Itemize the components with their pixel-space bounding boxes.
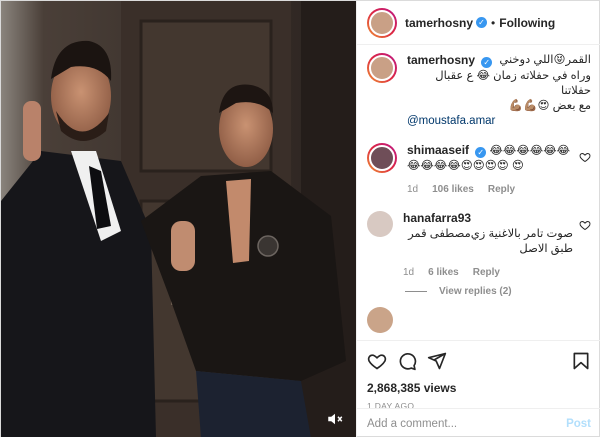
comment-likes[interactable]: 106 likes xyxy=(432,182,474,197)
caption-row: tamerhosny ✓ القمر😝اللي دوخني وراه في حف… xyxy=(357,53,600,129)
like-heart-icon[interactable] xyxy=(367,351,387,371)
caption-line-1: القمر😝اللي دوخني xyxy=(499,54,591,66)
author-avatar[interactable] xyxy=(367,7,397,38)
caption-avatar[interactable] xyxy=(367,53,397,83)
replies-divider xyxy=(405,291,427,292)
commenter-avatar[interactable] xyxy=(367,211,393,237)
post-side-panel: tamerhosny ✓ • Following tamerhosny ✓ ال… xyxy=(356,1,600,437)
reply-button[interactable]: Reply xyxy=(488,182,515,197)
comment-row: hanafarra93 صوت تامر بالاغنية زي مصطفى ق… xyxy=(357,211,600,280)
commenter-username[interactable]: shimaaseif xyxy=(407,143,469,157)
post-video[interactable] xyxy=(1,1,356,437)
view-replies-label[interactable]: View replies (2) xyxy=(439,286,512,297)
commenter-avatar[interactable] xyxy=(367,143,397,173)
caption-line-2: وراه في حفلاته زمان 😂 ع عقبال حفلاتنا xyxy=(435,70,591,97)
commenter-username[interactable]: hanafarra93 xyxy=(403,211,471,225)
comment-age: 1d xyxy=(403,267,415,278)
like-comment-heart-icon[interactable] xyxy=(579,219,591,231)
post-comment-button[interactable]: Post xyxy=(566,418,591,430)
comment-age: 1d xyxy=(407,184,419,195)
caption-line-3: مع بعض 😍💪🏽💪🏽 xyxy=(508,100,591,112)
comment-row: shimaaseif ✓ 😂😂😂😂😂😂 😂😂😂😂😍😍😍😍 😍 1d 106 li… xyxy=(357,143,600,197)
comment-line-1: صوت تامر بالاغنية زي xyxy=(470,228,573,240)
comment-meta: 1d 106 likes Reply xyxy=(407,182,573,197)
verified-icon: ✓ xyxy=(475,147,487,158)
caption-username[interactable]: tamerhosny xyxy=(407,53,475,67)
commenter-avatar[interactable] xyxy=(367,307,393,333)
comment-body: shimaaseif ✓ 😂😂😂😂😂😂 😂😂😂😂😍😍😍😍 😍 1d 106 li… xyxy=(407,143,573,197)
action-icons xyxy=(367,347,591,375)
verified-icon: ✓ xyxy=(476,17,488,28)
comment-meta: 1d 6 likes Reply xyxy=(403,265,573,280)
view-replies-button[interactable]: View replies (2) xyxy=(357,286,600,297)
view-count[interactable]: 2,868,385 views xyxy=(367,381,591,395)
save-bookmark-icon[interactable] xyxy=(571,351,591,371)
caption-mention[interactable]: @moustafa.amar xyxy=(407,114,591,129)
video-frame-illustration xyxy=(1,1,356,437)
add-comment-bar: Post xyxy=(357,408,600,437)
reply-button[interactable]: Reply xyxy=(473,265,500,280)
share-icon[interactable] xyxy=(427,351,447,371)
post-actions: 2,868,385 views 1 DAY AGO xyxy=(357,340,600,411)
following-button[interactable]: Following xyxy=(499,16,555,30)
add-comment-input[interactable] xyxy=(367,417,567,430)
post-header: tamerhosny ✓ • Following xyxy=(357,1,600,45)
comments-list: tamerhosny ✓ القمر😝اللي دوخني وراه في حف… xyxy=(357,53,600,343)
instagram-post: tamerhosny ✓ • Following tamerhosny ✓ ال… xyxy=(0,0,600,437)
comment-body: hanafarra93 صوت تامر بالاغنية زي مصطفى ق… xyxy=(403,211,573,280)
header-separator: • xyxy=(491,15,496,30)
comment-row-partial xyxy=(357,307,600,333)
comment-icon[interactable] xyxy=(397,351,417,371)
caption-text: tamerhosny ✓ القمر😝اللي دوخني وراه في حف… xyxy=(407,53,591,129)
verified-icon: ✓ xyxy=(481,57,493,68)
comment-likes[interactable]: 6 likes xyxy=(428,265,459,280)
author-username[interactable]: tamerhosny xyxy=(405,16,473,30)
like-comment-heart-icon[interactable] xyxy=(579,151,591,163)
audio-muted-icon[interactable] xyxy=(326,410,344,428)
